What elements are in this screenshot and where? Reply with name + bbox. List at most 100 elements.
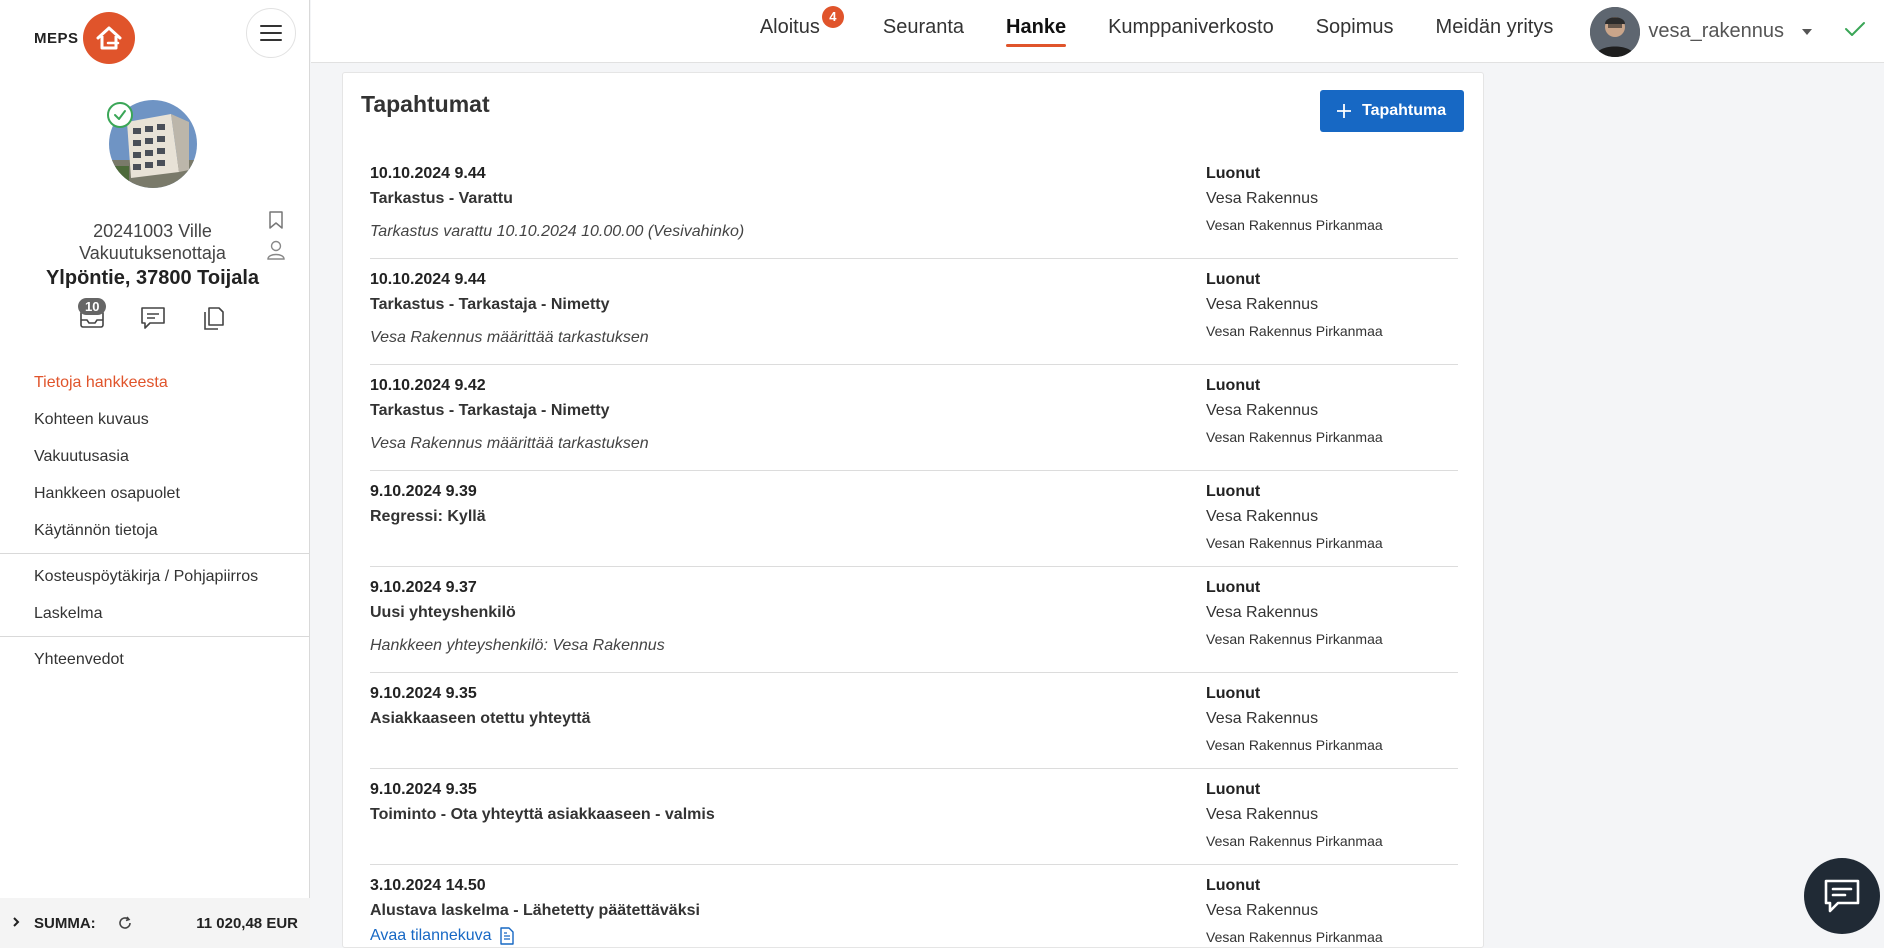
person-icon xyxy=(267,240,285,260)
page-title: Tapahtumat xyxy=(361,91,490,117)
chat-icon xyxy=(1824,879,1860,913)
event-creator-name: Vesa Rakennus xyxy=(1206,190,1319,207)
event-row: 9.10.2024 9.35 Toiminto - Ota yhteyttä a… xyxy=(370,769,1458,865)
comment-icon xyxy=(141,307,165,329)
event-creator-org: Vesan Rakennus Pirkanmaa xyxy=(1206,631,1383,647)
copy-documents-icon xyxy=(204,307,224,330)
project-info: 20241003 Ville Vakuutuksenottaja Ylpönti… xyxy=(20,220,285,292)
event-title: Alustava laskelma - Lähetetty päätettävä… xyxy=(370,902,700,919)
event-date: 9.10.2024 9.35 xyxy=(370,781,477,798)
event-row: 9.10.2024 9.39 Regressi: Kyllä Luonut Ve… xyxy=(370,471,1458,567)
caret-down-icon xyxy=(1802,28,1812,35)
sidebar-item-kohteen-kuvaus[interactable]: Kohteen kuvaus xyxy=(0,401,310,438)
tab-sopimus[interactable]: Sopimus xyxy=(1316,0,1394,63)
sidebar-item-vakuutusasia[interactable]: Vakuutusasia xyxy=(0,438,310,475)
top-nav: Aloitus 4 Seuranta Hanke Kumppaniverkost… xyxy=(739,0,1884,63)
tab-seuranta[interactable]: Seuranta xyxy=(883,0,964,63)
username: vesa_rakennus xyxy=(1648,20,1784,42)
project-image[interactable] xyxy=(107,100,197,188)
open-snapshot-label: Avaa tilannekuva xyxy=(370,927,492,944)
sidebar-item-kaytannon-tietoja[interactable]: Käytännön tietoja xyxy=(0,512,310,549)
comments-button[interactable] xyxy=(137,302,169,334)
event-creator-org: Vesan Rakennus Pirkanmaa xyxy=(1206,535,1383,551)
chat-button[interactable] xyxy=(1804,858,1880,934)
bookmark-button[interactable] xyxy=(265,209,287,231)
sidebar-item-tietoja-hankkeesta[interactable]: Tietoja hankkeesta xyxy=(0,364,310,401)
events-list: 10.10.2024 9.44 Tarkastus - Varattu Tark… xyxy=(370,153,1458,948)
event-row: 3.10.2024 14.50 Alustava laskelma - Lähe… xyxy=(370,865,1458,948)
event-date: 10.10.2024 9.42 xyxy=(370,377,486,394)
event-description: Hankkeen yhteyshenkilö: Vesa Rakennus xyxy=(370,637,665,654)
user-menu[interactable]: vesa_rakennus xyxy=(1590,6,1812,57)
top-bar: Aloitus 4 Seuranta Hanke Kumppaniverkost… xyxy=(311,0,1884,63)
event-row: 10.10.2024 9.42 Tarkastus - Tarkastaja -… xyxy=(370,365,1458,471)
event-title: Regressi: Kyllä xyxy=(370,508,486,525)
add-event-button[interactable]: Tapahtuma xyxy=(1320,90,1465,132)
event-description: Vesa Rakennus määrittää tarkastuksen xyxy=(370,329,649,346)
event-creator-name: Vesa Rakennus xyxy=(1206,604,1319,621)
hamburger-menu-button[interactable] xyxy=(246,8,296,58)
refresh-icon[interactable] xyxy=(118,916,132,930)
event-creator-label: Luonut xyxy=(1206,271,1261,288)
event-creator-label: Luonut xyxy=(1206,165,1261,182)
event-creator-org: Vesan Rakennus Pirkanmaa xyxy=(1206,323,1383,339)
event-creator-name: Vesa Rakennus xyxy=(1206,296,1319,313)
hamburger-icon xyxy=(260,25,282,41)
verified-check-icon xyxy=(107,102,133,128)
sidebar-nav: Tietoja hankkeesta Kohteen kuvaus Vakuut… xyxy=(0,364,310,678)
event-creator-name: Vesa Rakennus xyxy=(1206,902,1319,919)
sidebar-item-laskelma[interactable]: Laskelma xyxy=(0,595,310,632)
tab-kumppaniverkosto[interactable]: Kumppaniverkosto xyxy=(1108,0,1274,63)
avatar xyxy=(1590,6,1641,57)
event-row: 9.10.2024 9.35 Asiakkaaseen otettu yhtey… xyxy=(370,673,1458,769)
event-creator-label: Luonut xyxy=(1206,579,1261,596)
event-creator-name: Vesa Rakennus xyxy=(1206,508,1319,525)
tab-meidan-yritys[interactable]: Meidän yritys xyxy=(1436,0,1554,63)
event-title: Tarkastus - Tarkastaja - Nimetty xyxy=(370,296,610,313)
event-description: Vesa Rakennus määrittää tarkastuksen xyxy=(370,435,649,452)
event-creator-label: Luonut xyxy=(1206,483,1261,500)
event-title: Toiminto - Ota yhteyttä asiakkaaseen - v… xyxy=(370,806,715,823)
sum-label: SUMMA: xyxy=(34,914,96,932)
sum-bar: SUMMA: 11 020,48 EUR xyxy=(0,898,310,948)
sidebar-item-kosteuspoytakirja[interactable]: Kosteuspöytäkirja / Pohjapiirros xyxy=(0,558,310,595)
documents-button[interactable] xyxy=(198,302,230,334)
tab-hanke[interactable]: Hanke xyxy=(1006,0,1067,63)
events-card: Tapahtumat Tapahtuma 10.10.2024 9.44 Tar… xyxy=(342,72,1484,948)
event-title: Tarkastus - Varattu xyxy=(370,190,513,207)
project-address: Ylpöntie, 37800 Toijala xyxy=(45,267,260,289)
sum-value: 11 020,48 EUR xyxy=(196,914,298,932)
nav-divider xyxy=(0,553,310,554)
event-creator-name: Vesa Rakennus xyxy=(1206,402,1319,419)
meps-logo[interactable]: MEPS xyxy=(34,12,135,64)
event-creator-label: Luonut xyxy=(1206,781,1261,798)
sidebar-item-hankkeen-osapuolet[interactable]: Hankkeen osapuolet xyxy=(0,475,310,512)
tab-aloitus[interactable]: Aloitus 4 xyxy=(759,0,844,63)
event-title: Asiakkaaseen otettu yhteyttä xyxy=(370,710,591,727)
event-date: 10.10.2024 9.44 xyxy=(370,271,486,288)
event-title: Tarkastus - Tarkastaja - Nimetty xyxy=(370,402,610,419)
event-date: 9.10.2024 9.35 xyxy=(370,685,477,702)
event-title: Uusi yhteyshenkilö xyxy=(370,604,516,621)
event-creator-label: Luonut xyxy=(1206,377,1261,394)
event-row: 9.10.2024 9.37 Uusi yhteyshenkilö Hankke… xyxy=(370,567,1458,673)
tab-label: Aloitus xyxy=(759,16,820,38)
person-button[interactable] xyxy=(265,239,287,261)
open-snapshot-link[interactable]: Avaa tilannekuva xyxy=(370,927,514,945)
event-row: 10.10.2024 9.44 Tarkastus - Tarkastaja -… xyxy=(370,259,1458,365)
event-creator-label: Luonut xyxy=(1206,877,1261,894)
nav-divider xyxy=(0,636,310,637)
event-creator-name: Vesa Rakennus xyxy=(1206,806,1319,823)
inbox-count-badge: 10 xyxy=(78,298,107,315)
sidebar: MEPS 20241003 Ville Vakuutuksenottaja Yl… xyxy=(0,0,310,948)
event-row: 10.10.2024 9.44 Tarkastus - Varattu Tark… xyxy=(370,153,1458,259)
document-icon xyxy=(499,927,514,945)
logo-text: MEPS xyxy=(34,29,79,47)
check-icon[interactable] xyxy=(1844,20,1866,43)
sidebar-item-yhteenvedot[interactable]: Yhteenvedot xyxy=(0,641,310,678)
event-description: Tarkastus varattu 10.10.2024 10.00.00 (V… xyxy=(370,223,745,240)
event-creator-label: Luonut xyxy=(1206,685,1261,702)
event-creator-org: Vesan Rakennus Pirkanmaa xyxy=(1206,929,1383,945)
event-creator-org: Vesan Rakennus Pirkanmaa xyxy=(1206,833,1383,849)
expand-chevron-icon[interactable] xyxy=(12,915,20,932)
